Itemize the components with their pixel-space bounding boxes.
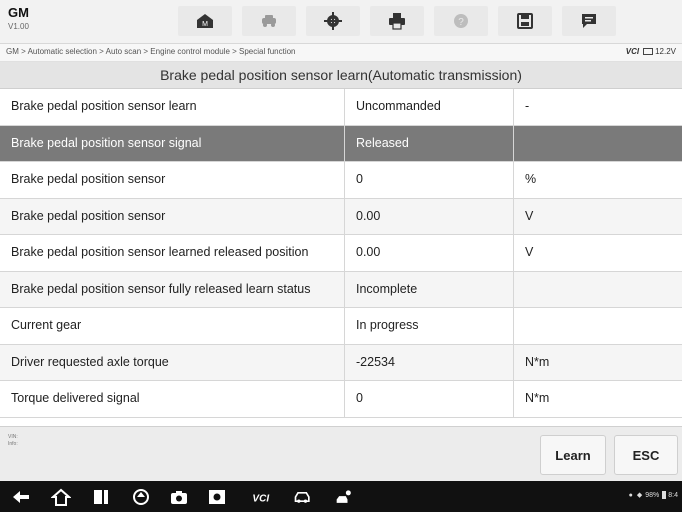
brand-block: GM V1.00 <box>8 6 29 32</box>
row-value: 0.00 <box>345 235 514 271</box>
row-value: -22534 <box>345 344 514 380</box>
save-button[interactable] <box>498 6 552 36</box>
brand-name: GM <box>8 5 29 20</box>
help-button[interactable]: ? <box>434 6 488 36</box>
print-button[interactable] <box>370 6 424 36</box>
back-button[interactable] <box>10 487 32 507</box>
voltage-value: 12.2V <box>655 47 676 56</box>
vci-icon: VCI <box>252 493 269 504</box>
system-nav-bar: VCI ● ◆ 98% 8:4 <box>0 481 682 512</box>
table-row[interactable]: Brake pedal position sensor fully releas… <box>0 271 682 308</box>
info-label: Info: <box>8 441 18 447</box>
home-icon: M <box>197 14 213 28</box>
battery-level: 98% <box>645 491 660 499</box>
row-name: Brake pedal position sensor <box>0 198 345 234</box>
house-icon <box>51 488 71 506</box>
toolbar-buttons: M ? <box>178 6 626 36</box>
vci-label: VCI <box>625 47 640 56</box>
row-name: Brake pedal position sensor learned rele… <box>0 235 345 271</box>
row-value: 0.00 <box>345 198 514 234</box>
vehicle-info: VIN: Info: <box>8 434 18 448</box>
brand-version: V1.00 <box>8 22 29 31</box>
row-name: Brake pedal position sensor <box>0 162 345 198</box>
back-arrow-icon <box>13 491 29 503</box>
browser-button[interactable] <box>130 487 152 507</box>
wifi-icon: ◆ <box>636 492 643 499</box>
help-icon: ? <box>454 14 468 28</box>
data-stream-table: Brake pedal position sensor learn Uncomm… <box>0 89 682 418</box>
row-unit: N*m <box>525 391 550 406</box>
row-unit: N*m <box>525 354 550 369</box>
top-toolbar: GM V1.00 M ? <box>0 0 682 44</box>
page-title-bar: Brake pedal position sensor learn(Automa… <box>0 62 682 89</box>
function-footer: VIN: Info: Learn ESC <box>0 426 682 481</box>
settings-icon <box>324 12 342 30</box>
car-icon <box>294 492 310 503</box>
table-row[interactable]: Current gear In progress <box>0 308 682 345</box>
vci-nav-button[interactable]: VCI <box>246 487 276 507</box>
table-row[interactable]: Brake pedal position sensor learn Uncomm… <box>0 89 682 126</box>
svg-text:VCI: VCI <box>252 493 269 504</box>
svg-text:M: M <box>202 21 208 28</box>
settings-button[interactable] <box>306 6 360 36</box>
table-row[interactable]: Brake pedal position sensor 0.00 V <box>0 198 682 235</box>
vehicle-swap-button[interactable] <box>242 6 296 36</box>
vin-label: VIN: <box>8 434 18 440</box>
table-row[interactable]: Torque delivered signal 0 N*m <box>0 381 682 418</box>
message-button[interactable] <box>562 6 616 36</box>
clock: 8:4 <box>668 491 678 499</box>
esc-button[interactable]: ESC <box>614 435 678 475</box>
vehicle-battery-icon <box>643 48 654 55</box>
home-button[interactable]: M <box>178 6 232 36</box>
row-unit: V <box>525 208 534 223</box>
table-row[interactable]: Brake pedal position sensor learned rele… <box>0 235 682 272</box>
page-title: Brake pedal position sensor learn(Automa… <box>160 67 522 83</box>
remote-service-button[interactable] <box>332 487 358 507</box>
row-name: Current gear <box>0 308 345 344</box>
battery-icon <box>662 491 667 499</box>
row-name: Brake pedal position sensor fully releas… <box>0 271 345 307</box>
vehicle-nav-button[interactable] <box>290 487 316 507</box>
table-row-selected[interactable]: Brake pedal position sensor signal Relea… <box>0 125 682 162</box>
row-name: Brake pedal position sensor signal <box>0 125 345 161</box>
browser-icon <box>133 489 149 505</box>
location-icon: ● <box>628 491 633 499</box>
row-unit <box>514 272 682 308</box>
breadcrumb: GM > Automatic selection > Auto scan > E… <box>6 47 296 56</box>
row-unit <box>514 308 682 344</box>
row-unit: % <box>525 172 537 187</box>
screen-brightness-button[interactable] <box>206 487 228 507</box>
save-icon <box>517 13 533 29</box>
row-value: In progress <box>345 308 514 344</box>
system-status: ● ◆ 98% 8:4 <box>629 491 678 499</box>
row-value: 0 <box>345 381 514 417</box>
home-nav-button[interactable] <box>50 487 72 507</box>
print-icon <box>389 13 405 30</box>
camera-button[interactable] <box>168 487 190 507</box>
row-value: 0 <box>345 162 514 198</box>
brightness-icon <box>209 490 225 504</box>
row-value: Released <box>345 125 514 161</box>
table-row[interactable]: Brake pedal position sensor 0 % <box>0 162 682 199</box>
row-name: Torque delivered signal <box>0 381 345 417</box>
car-person-icon <box>336 490 351 503</box>
learn-button[interactable]: Learn <box>540 435 606 475</box>
row-value: Uncommanded <box>345 89 514 125</box>
breadcrumb-bar: GM > Automatic selection > Auto scan > E… <box>0 44 682 62</box>
table-row[interactable]: Driver requested axle torque -22534 N*m <box>0 344 682 381</box>
row-name: Brake pedal position sensor learn <box>0 89 345 125</box>
vci-status: VCI 12.2V <box>626 47 676 56</box>
row-unit: V <box>525 245 534 260</box>
camera-icon <box>171 491 187 504</box>
svg-text:?: ? <box>458 17 464 28</box>
vehicle-swap-icon <box>262 15 276 27</box>
message-icon <box>582 14 596 28</box>
recent-apps-icon <box>94 490 108 504</box>
row-value: Incomplete <box>345 271 514 307</box>
row-unit <box>514 126 682 162</box>
row-name: Driver requested axle torque <box>0 344 345 380</box>
recent-apps-button[interactable] <box>90 487 112 507</box>
row-unit: - <box>525 99 530 114</box>
